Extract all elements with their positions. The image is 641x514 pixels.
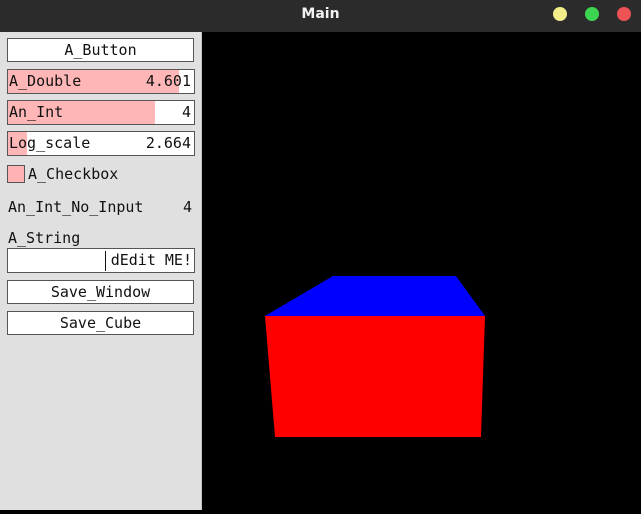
- a-double-value: 4.601: [145, 72, 191, 90]
- a-button[interactable]: A_Button: [7, 38, 194, 62]
- text-caret: [105, 251, 106, 271]
- an-int-label: An_Int: [9, 103, 64, 121]
- log-scale-value: 2.664: [145, 134, 191, 152]
- an-int-no-input-label: An_Int_No_Input: [8, 198, 144, 216]
- cube-top-face: [265, 276, 485, 316]
- a-double-slider[interactable]: A_Double 4.601: [7, 69, 195, 94]
- render-viewport[interactable]: [202, 32, 641, 510]
- a-checkbox[interactable]: [7, 165, 25, 183]
- an-int-value: 4: [181, 103, 191, 121]
- a-string-value: dEdit ME!: [110, 251, 192, 269]
- title-bar: Main: [0, 0, 641, 32]
- control-panel: A_Button A_Double 4.601 An_Int 4 Log_sca…: [0, 32, 202, 510]
- an-int-slider[interactable]: An_Int 4: [7, 100, 195, 125]
- an-int-no-input-value: 4: [183, 198, 193, 216]
- save-cube-button[interactable]: Save_Cube: [7, 311, 194, 335]
- close-icon[interactable]: [617, 7, 631, 21]
- maximize-icon[interactable]: [585, 7, 599, 21]
- log-scale-slider[interactable]: Log_scale 2.664: [7, 131, 195, 156]
- save-window-button[interactable]: Save_Window: [7, 280, 194, 304]
- a-string-label: A_String: [8, 229, 81, 247]
- a-double-label: A_Double: [9, 72, 82, 90]
- window-title: Main: [301, 6, 340, 22]
- log-scale-label: Log_scale: [9, 134, 91, 152]
- cube-canvas: [265, 276, 485, 437]
- minimize-icon[interactable]: [553, 7, 567, 21]
- cube-front-face: [265, 316, 485, 437]
- a-checkbox-label: A_Checkbox: [28, 165, 119, 183]
- a-string-input[interactable]: dEdit ME!: [7, 248, 195, 273]
